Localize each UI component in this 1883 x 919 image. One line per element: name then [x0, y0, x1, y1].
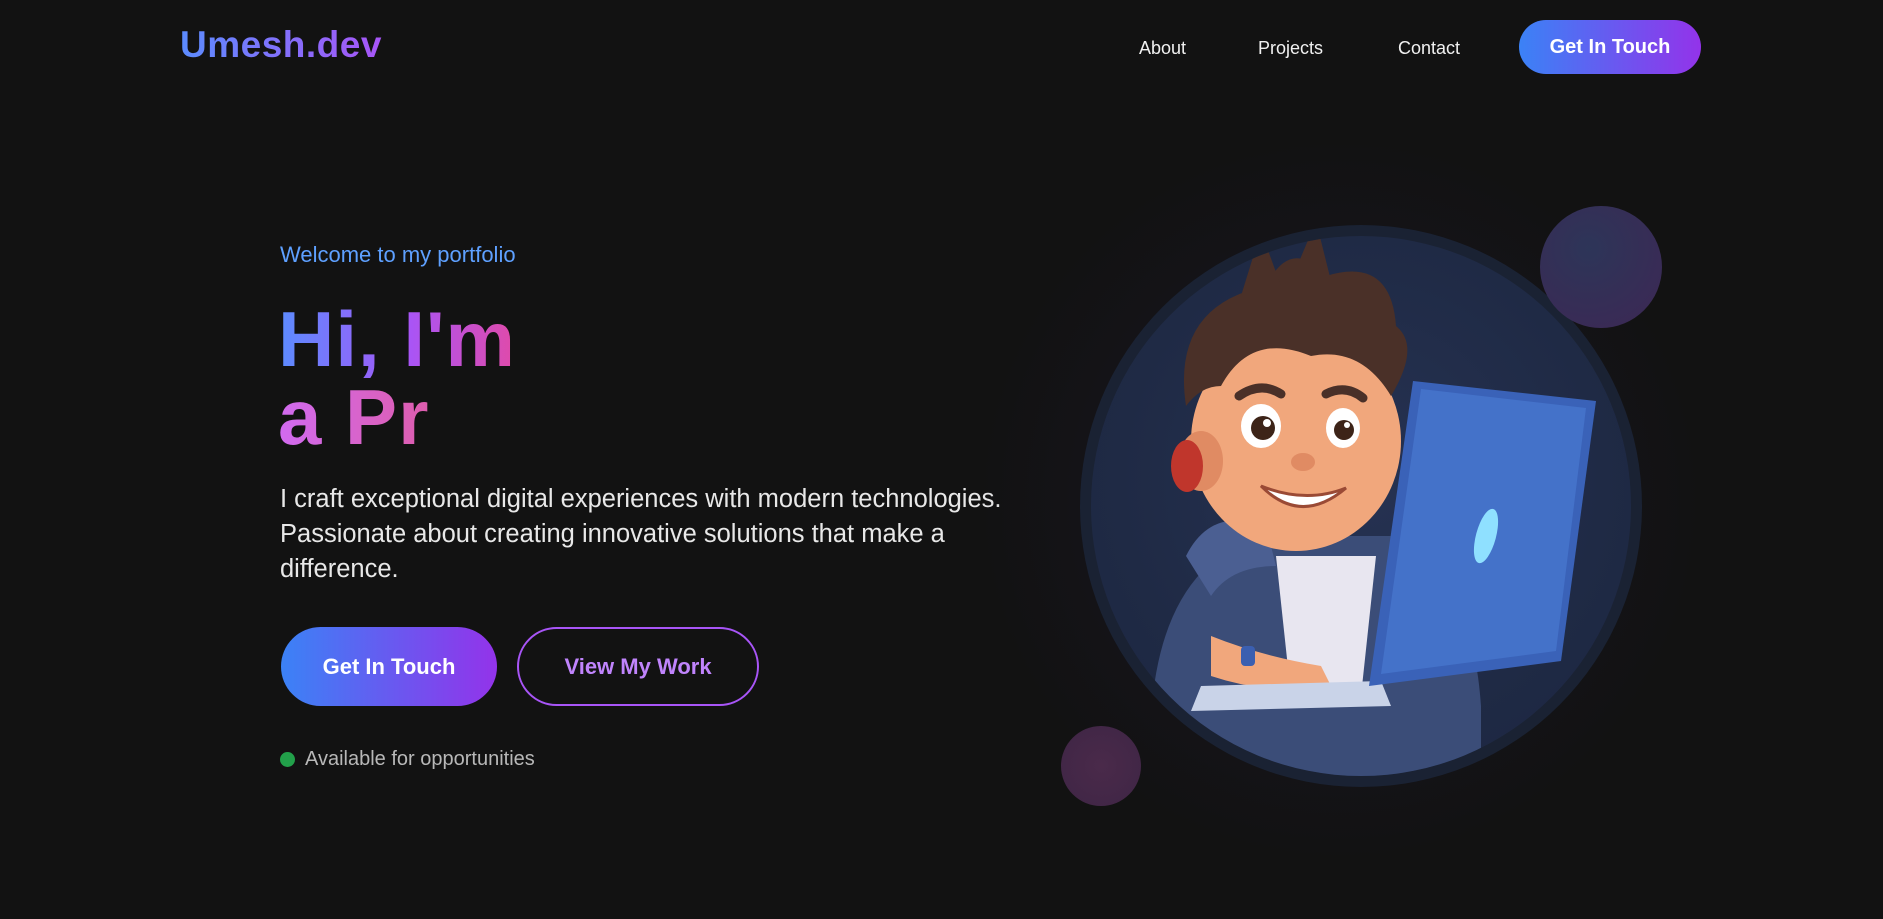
hero-headline: Hi, I'm a Pr — [278, 300, 538, 456]
developer-avatar-illustration — [1091, 236, 1631, 776]
hero-headline-line2: a Pr — [278, 378, 538, 456]
view-my-work-button[interactable]: View My Work — [517, 627, 759, 706]
decorative-bubble-top — [1540, 206, 1662, 328]
top-navigation: Umesh.dev About Projects Contact Get In … — [0, 0, 1883, 96]
hero-eyebrow: Welcome to my portfolio — [280, 242, 516, 267]
hero-description: I craft exceptional digital experiences … — [280, 485, 1002, 583]
site-logo[interactable]: Umesh.dev — [180, 24, 382, 66]
status-dot-icon — [280, 752, 295, 767]
hero-headline-line1: Hi, I'm — [278, 300, 538, 378]
status-text: Available for opportunities — [305, 748, 535, 770]
get-in-touch-button[interactable]: Get In Touch — [281, 627, 497, 706]
nav-link-projects[interactable]: Projects — [1258, 38, 1323, 59]
avatar-icon — [1151, 236, 1596, 776]
nav-link-contact[interactable]: Contact — [1398, 38, 1460, 59]
decorative-bubble-bottom — [1061, 726, 1141, 806]
nav-link-about[interactable]: About — [1139, 38, 1186, 59]
nav-get-in-touch-button[interactable]: Get In Touch — [1519, 20, 1701, 74]
availability-status: Available for opportunities — [280, 748, 535, 771]
